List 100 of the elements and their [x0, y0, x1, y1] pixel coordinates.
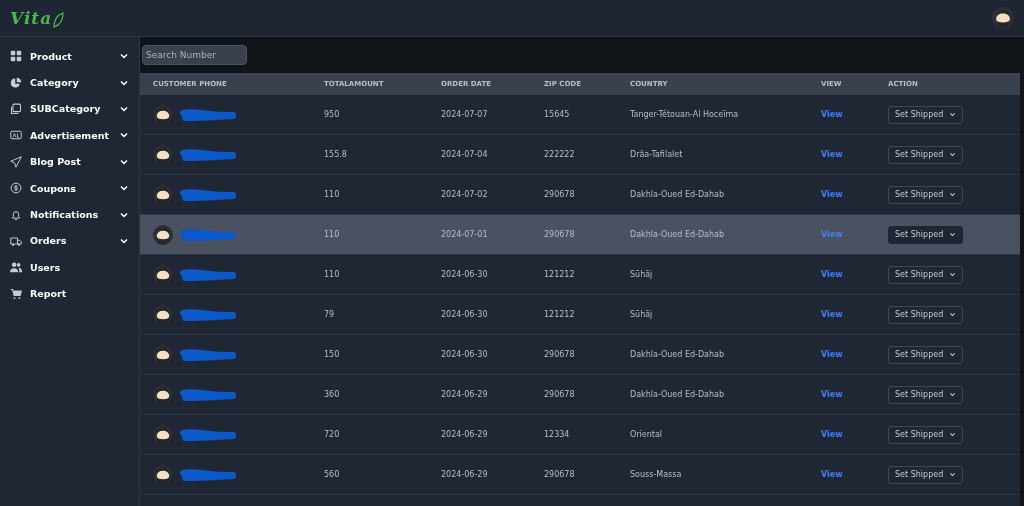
view-link[interactable]: View	[821, 350, 888, 359]
chevron-down-icon	[949, 351, 957, 358]
bell-icon	[10, 208, 22, 221]
table-cell-text: 222222	[544, 150, 576, 159]
redaction-mark	[179, 227, 237, 242]
table-cell-text: 110	[324, 190, 341, 199]
status-dropdown[interactable]: Set Shipped	[888, 185, 964, 204]
sidebar-item[interactable]: Coupons	[0, 174, 139, 202]
chevron-down-icon	[949, 311, 957, 318]
view-link[interactable]: View	[821, 430, 888, 439]
status-dropdown[interactable]: Set Shipped	[888, 145, 964, 164]
table-row[interactable]: 720 2024-06-29 12334 Oriental View Set Shipped	[140, 415, 1020, 455]
status-dropdown[interactable]: Set Shipped	[888, 265, 964, 284]
table-cell-text: 560	[324, 470, 341, 479]
cart-icon	[10, 287, 22, 300]
table-row[interactable]: 950 2024-07-07 15645 Tanger-Tétouan-Al Hoceïma View Set Shipped	[140, 95, 1020, 135]
redaction-mark	[179, 147, 237, 162]
table-cell-text: 12334	[544, 430, 571, 439]
users-icon	[10, 261, 22, 274]
table-cell-text: Sūhāj	[630, 310, 654, 319]
redaction-mark	[179, 387, 237, 402]
chevron-down-icon	[949, 111, 957, 118]
sidebar-item[interactable]: Blog Post	[0, 148, 139, 175]
view-link[interactable]: View	[821, 150, 888, 159]
table-cell-text: 110	[324, 270, 341, 279]
chevron-down-icon	[949, 231, 957, 238]
table-row[interactable]: 150 2024-06-30 290678 Dakhla-Oued Ed-Dahab View Set Shipped	[140, 335, 1020, 375]
table-row[interactable]: 155.8 2024-07-04 222222 Drâa-Tafilalet View Set Shipped	[140, 135, 1020, 175]
table-cell-text: 290678	[544, 230, 576, 239]
view-link[interactable]: View	[821, 310, 888, 319]
redaction-mark	[179, 427, 237, 442]
table-cell-text: 121212	[544, 270, 576, 279]
table-row[interactable]: 79 2024-06-30 121212 Sūhāj View Set Shipped	[140, 295, 1020, 335]
view-link[interactable]: View	[821, 110, 888, 119]
table-cell-text: 2024-07-02	[441, 190, 489, 199]
sidebar-item[interactable]: Advertisement	[0, 122, 139, 149]
table-cell-text: 2024-06-29	[441, 430, 489, 439]
table-cell-text: 2024-06-30	[441, 350, 489, 359]
status-dropdown[interactable]: Set Shipped	[888, 105, 964, 124]
table-cell-text: Dakhla-Oued Ed-Dahab	[630, 350, 726, 359]
table-row[interactable]: 360 2024-06-29 290678 Dakhla-Oued Ed-Dahab View Set Shipped	[140, 375, 1020, 415]
dollar-coin-icon	[10, 182, 22, 195]
status-dropdown[interactable]: Set Shipped	[888, 385, 964, 404]
table-cell-text: 290678	[544, 470, 576, 479]
copy-icon	[10, 102, 22, 115]
chevron-down-icon	[949, 391, 957, 398]
table-cell-text: Souss-Massa	[630, 470, 683, 479]
paper-plane-icon	[10, 155, 22, 168]
sidebar-item[interactable]: Notifications	[0, 201, 139, 228]
table-cell-text: 2024-06-30	[441, 270, 489, 279]
table-cell-text: 720	[324, 430, 341, 439]
table-cell-text: Dakhla-Oued Ed-Dahab	[630, 230, 726, 239]
table-cell-text: 2024-06-30	[441, 310, 489, 319]
table-cell-text: 2024-06-29	[441, 390, 489, 399]
sidebar-item[interactable]: SUBCategory	[0, 95, 139, 123]
table-cell-text: 110	[324, 230, 341, 239]
table-cell-text: 360	[324, 390, 341, 399]
redaction-mark	[179, 107, 237, 122]
logo[interactable]: Vita	[10, 8, 53, 28]
view-link[interactable]: View	[821, 470, 888, 479]
table-row[interactable]: 560 2024-06-29 290678 Souss-Massa View Set Shipped	[140, 455, 1020, 495]
table-cell-text: Drâa-Tafilalet	[630, 150, 684, 159]
table-cell-text: Tanger-Tétouan-Al Hoceïma	[630, 110, 740, 119]
table-row[interactable]: 110 2024-07-01 290678 Dakhla-Oued Ed-Dahab View Set Shipped	[140, 215, 1020, 255]
customer-avatar	[153, 144, 173, 165]
table-cell-text: Dakhla-Oued Ed-Dahab	[630, 390, 726, 399]
table-cell-text: Dakhla-Oued Ed-Dahab	[630, 190, 726, 199]
view-link[interactable]: View	[821, 190, 888, 199]
table-cell-text: 79	[324, 310, 336, 319]
sidebar-item[interactable]: Report	[0, 280, 139, 307]
status-dropdown[interactable]: Set Shipped	[888, 305, 964, 324]
customer-avatar	[153, 264, 173, 285]
customer-avatar	[153, 104, 173, 125]
redaction-mark	[179, 307, 237, 322]
truck-icon	[10, 234, 22, 247]
sidebar-item[interactable]: Users	[0, 254, 139, 281]
chevron-down-icon	[949, 191, 957, 198]
sidebar-item[interactable]: Category	[0, 69, 139, 96]
customer-avatar	[153, 184, 173, 205]
status-dropdown[interactable]: Set Shipped	[888, 465, 964, 484]
table-row[interactable]: 110 2024-06-30 121212 Sūhāj View Set Shipped	[140, 255, 1020, 295]
table-cell-text: 290678	[544, 350, 576, 359]
table-cell-text: 2024-07-01	[441, 230, 489, 239]
status-dropdown[interactable]: Set Shipped	[888, 425, 964, 444]
search-field[interactable]: Search Number	[142, 45, 247, 65]
sidebar-item[interactable]: Orders	[0, 227, 139, 255]
view-link[interactable]: View	[821, 390, 888, 399]
table-cell-text: 121212	[544, 310, 576, 319]
customer-avatar	[153, 464, 173, 485]
view-link[interactable]: View	[821, 270, 888, 279]
customer-avatar	[153, 344, 173, 365]
table-cell-text: 950	[324, 110, 341, 119]
sidebar-item[interactable]: Product	[0, 43, 139, 70]
status-dropdown[interactable]: Set Shipped	[888, 345, 964, 364]
status-dropdown[interactable]: Set Shipped	[888, 225, 964, 244]
table-cell-text: 2024-07-04	[441, 150, 489, 159]
leaf-icon	[52, 12, 65, 28]
customer-avatar	[153, 304, 173, 325]
chevron-down-icon	[949, 271, 957, 278]
customer-avatar	[153, 224, 173, 245]
